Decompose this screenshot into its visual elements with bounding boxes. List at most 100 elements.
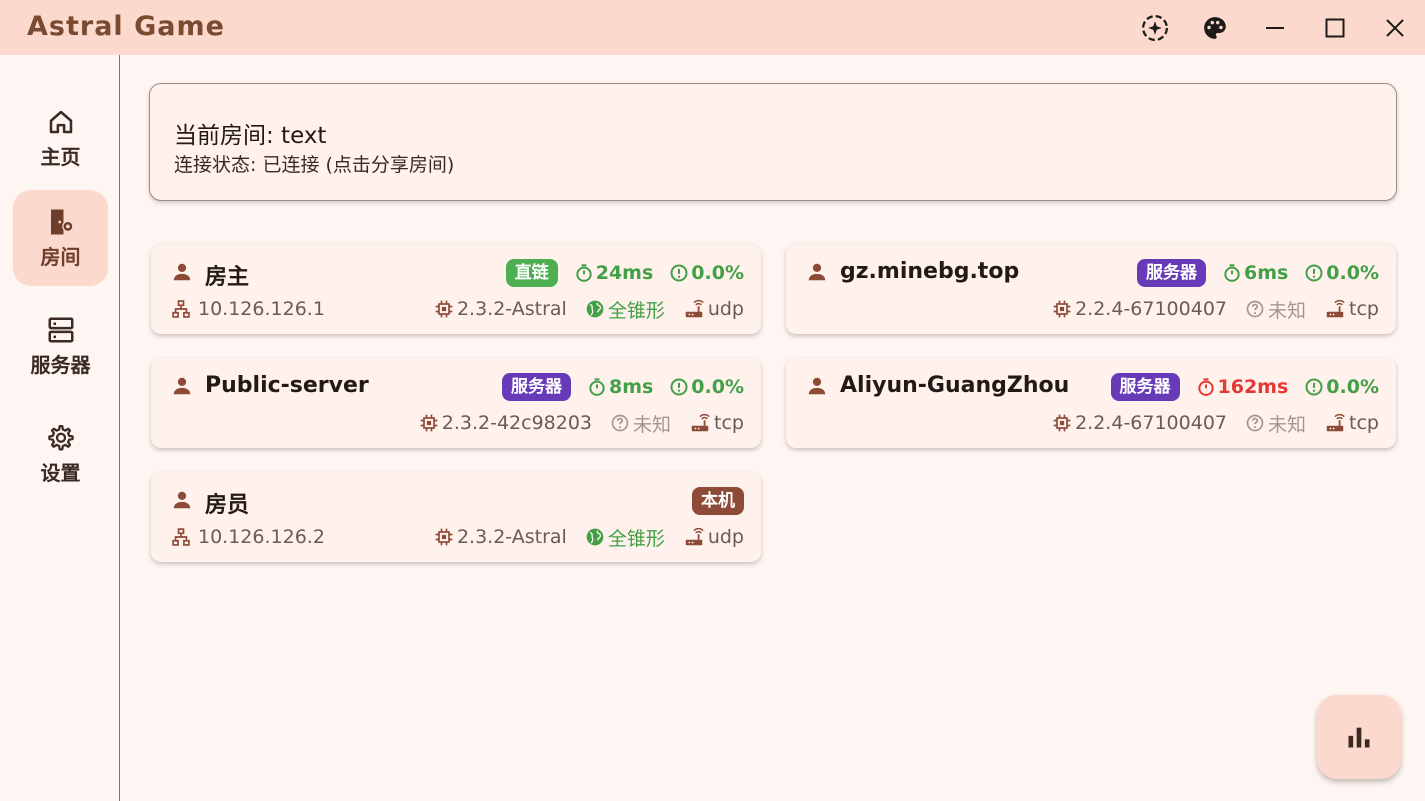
- player-info-row: 2.3.2-Astral 全锥形 udp: [434, 296, 744, 322]
- latency-value: 8ms: [608, 376, 654, 398]
- app-title: Astral Game: [27, 11, 225, 42]
- nat-type-value: 未知: [1268, 299, 1307, 322]
- globe-icon: [585, 299, 605, 319]
- player-info-row: 2.3.2-Astral 全锥形 udp: [434, 524, 744, 550]
- player-name: 房员: [205, 493, 250, 518]
- timer-icon: [1196, 377, 1216, 397]
- connection-type-badge: 服务器: [1136, 259, 1206, 287]
- home-icon: [49, 110, 72, 133]
- network-icon: [171, 527, 191, 547]
- close-icon: [1386, 19, 1404, 37]
- router-icon: [1324, 298, 1346, 320]
- player-info-row: 2.2.4-67100407 未知 tcp: [1052, 296, 1379, 322]
- protocol-value: tcp: [1349, 412, 1379, 434]
- connection-type-badge: 服务器: [501, 373, 571, 401]
- chip-icon: [434, 299, 454, 319]
- player-stats-row: 本机: [692, 486, 744, 516]
- sparkle-icon: [1142, 15, 1168, 41]
- ip-info: 10.126.126.1: [171, 296, 325, 322]
- ip-value: 10.126.126.1: [198, 298, 325, 320]
- maximize-button[interactable]: [1315, 8, 1355, 48]
- minimize-icon: [1266, 27, 1284, 29]
- person-icon: [806, 375, 828, 397]
- theme-button[interactable]: [1195, 8, 1235, 48]
- latency-value: 24ms: [595, 262, 654, 284]
- current-room-card[interactable]: 当前房间: text 连接状态: 已连接 (点击分享房间): [149, 83, 1397, 201]
- person-icon: [806, 261, 828, 283]
- version-info: 2.3.2-Astral: [434, 526, 567, 548]
- nav-item-room[interactable]: 房间: [13, 190, 108, 286]
- connection-type-badge: 本机: [692, 487, 744, 515]
- room-title: 当前房间: text: [174, 123, 327, 149]
- nav-label-servers: 服务器: [30, 352, 91, 377]
- minimize-button[interactable]: [1255, 8, 1295, 48]
- chip-icon: [419, 413, 439, 433]
- player-name: 房主: [205, 265, 250, 290]
- nav-item-home[interactable]: 主页: [13, 90, 108, 186]
- nav-item-settings[interactable]: 设置: [13, 406, 108, 502]
- connection-type-badge: 直链: [505, 259, 558, 287]
- router-icon: [1324, 412, 1346, 434]
- player-info-row: 2.2.4-67100407 未知 tcp: [1052, 410, 1379, 436]
- protocol-info: tcp: [1324, 412, 1379, 434]
- ai-assistant-button[interactable]: [1135, 8, 1175, 48]
- person-icon: [171, 261, 193, 283]
- chip-icon: [1052, 299, 1072, 319]
- version-info: 2.2.4-67100407: [1052, 412, 1227, 434]
- nav-item-servers[interactable]: 服务器: [13, 298, 108, 394]
- packet-loss-value: 0.0%: [1326, 376, 1379, 398]
- player-card[interactable]: 房员 本机 10.126.126.2 2.3.2-Astral 全锥形 udp: [151, 472, 761, 562]
- packet-loss-value: 0.0%: [1326, 262, 1379, 284]
- player-name: Public-server: [205, 373, 369, 398]
- protocol-info: udp: [683, 526, 744, 548]
- nat-type-value: 全锥形: [607, 527, 665, 550]
- player-name: Aliyun-GuangZhou: [840, 373, 1070, 398]
- version-value: 2.3.2-Astral: [456, 526, 567, 548]
- router-icon: [683, 526, 705, 548]
- version-value: 2.3.2-Astral: [456, 298, 567, 320]
- nat-type-value: 未知: [633, 413, 672, 436]
- player-card[interactable]: 房主 直链 24ms 0.0% 10.126.126.1 2.3.2-Astral …: [151, 244, 761, 334]
- latency-stat: 24ms: [574, 262, 654, 284]
- player-card[interactable]: Public-server 服务器 8ms 0.0% 2.3.2-42c98203 …: [151, 358, 761, 448]
- close-button[interactable]: [1375, 8, 1415, 48]
- packet-loss-stat: 0.0%: [1304, 262, 1379, 284]
- network-icon: [171, 299, 191, 319]
- protocol-value: udp: [707, 298, 744, 320]
- nat-type-info: 未知: [610, 410, 671, 437]
- version-info: 2.3.2-Astral: [434, 298, 567, 320]
- packet-loss-icon: [1304, 263, 1324, 283]
- protocol-value: tcp: [714, 412, 744, 434]
- version-value: 2.2.4-67100407: [1075, 298, 1228, 320]
- timer-icon: [574, 263, 594, 283]
- nat-type-value: 未知: [1268, 413, 1307, 436]
- stats-button[interactable]: [1317, 695, 1401, 779]
- bar-chart-icon: [1348, 727, 1370, 748]
- packet-loss-icon: [669, 377, 689, 397]
- protocol-info: tcp: [1324, 298, 1379, 320]
- latency-value: 162ms: [1217, 376, 1289, 398]
- version-info: 2.2.4-67100407: [1052, 298, 1227, 320]
- timer-icon: [1222, 263, 1242, 283]
- protocol-info: udp: [683, 298, 744, 320]
- help-icon: [610, 413, 630, 433]
- player-stats-row: 服务器 162ms 0.0%: [1110, 372, 1379, 402]
- protocol-value: udp: [707, 526, 744, 548]
- chip-icon: [1052, 413, 1072, 433]
- ip-info: 10.126.126.2: [171, 524, 325, 550]
- nat-type-info: 全锥形: [585, 296, 665, 323]
- palette-icon: [1204, 17, 1226, 39]
- version-value: 2.2.4-67100407: [1075, 412, 1228, 434]
- router-icon: [683, 298, 705, 320]
- player-name: gz.minebg.top: [840, 259, 1020, 284]
- help-icon: [1245, 413, 1265, 433]
- version-value: 2.3.2-42c98203: [441, 412, 593, 434]
- player-card[interactable]: gz.minebg.top 服务器 6ms 0.0% 2.2.4-67100407 …: [786, 244, 1396, 334]
- help-icon: [1245, 299, 1265, 319]
- player-card[interactable]: Aliyun-GuangZhou 服务器 162ms 0.0% 2.2.4-6710…: [786, 358, 1396, 448]
- packet-loss-stat: 0.0%: [669, 376, 744, 398]
- room-status: 连接状态: 已连接 (点击分享房间): [174, 154, 455, 176]
- latency-stat: 162ms: [1196, 376, 1289, 398]
- packet-loss-value: 0.0%: [691, 262, 744, 284]
- chip-icon: [434, 527, 454, 547]
